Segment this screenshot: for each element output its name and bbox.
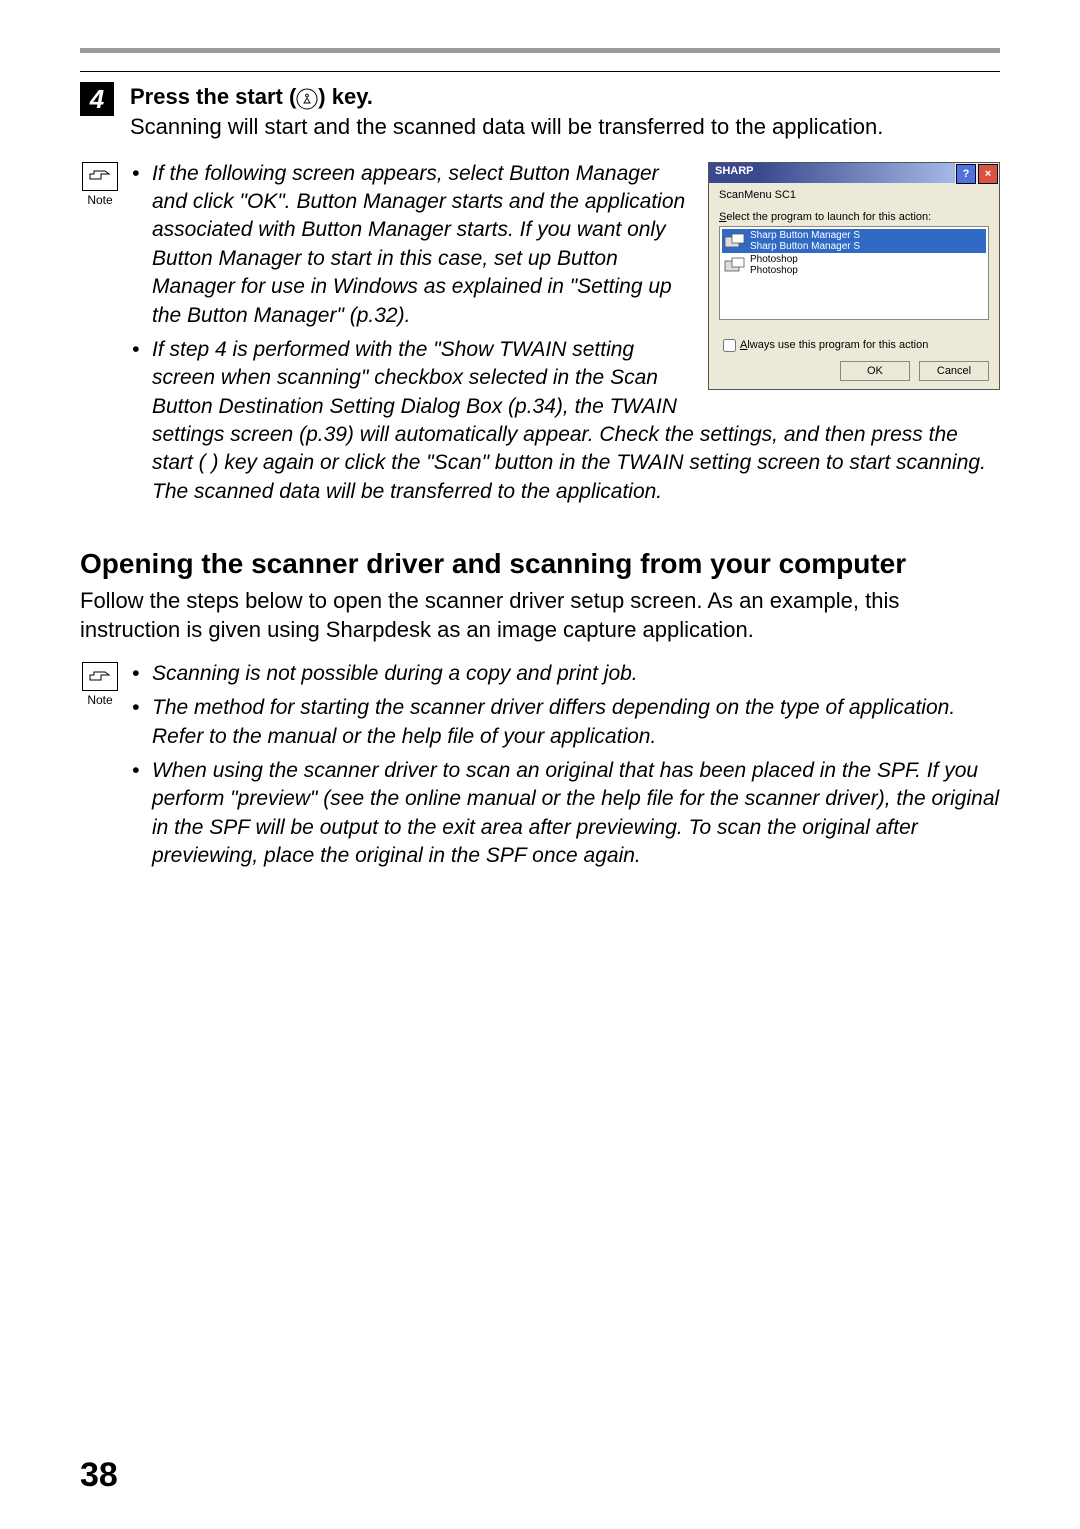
step-number-badge: 4 [80,82,114,116]
hand-pointing-icon [82,162,118,191]
note2-bullet-1: Scanning is not possible during a copy a… [132,660,1000,688]
note-label-2: Note [80,693,120,707]
note2-bullet-3: When using the scanner driver to scan an… [132,757,1000,870]
note-icon-1: Note [80,162,120,207]
note-block-2: Note Scanning is not possible during a c… [80,660,1000,876]
horizontal-rule [80,71,1000,72]
manual-page: 4 Press the start ( ) key. Scanning will … [0,0,1080,1529]
section-description: Follow the steps below to open the scann… [80,587,1000,644]
note2-bullet-2: The method for starting the scanner driv… [132,694,1000,751]
step-body: Press the start ( ) key. Scanning will st… [130,82,1000,152]
start-key-icon [296,85,318,111]
step-4-block: 4 Press the start ( ) key. Scanning will … [80,82,1000,152]
step-title-pre: Press the start ( [130,84,296,109]
step-title: Press the start ( ) key. [130,84,1000,111]
step-title-post: ) key. [318,84,373,109]
note1-bullet-1: If the following screen appears, select … [132,160,1000,330]
note-block-1: Note SHARP ? × ScanMenu SC1 SSelect the … [80,160,1000,512]
note2-bullet-list: Scanning is not possible during a copy a… [132,660,1000,870]
top-accent-bar [80,48,1000,53]
note-body-2: Scanning is not possible during a copy a… [132,660,1000,876]
page-number: 38 [80,1456,118,1495]
note-body-1: SHARP ? × ScanMenu SC1 SSelect the progr… [132,160,1000,512]
section-title: Opening the scanner driver and scanning … [80,546,1000,581]
note-icon-2: Note [80,662,120,707]
note-label-1: Note [80,193,120,207]
step-description: Scanning will start and the scanned data… [130,113,1000,142]
hand-pointing-icon [82,662,118,691]
note1-bullet-2: If step 4 is performed with the "Show TW… [132,336,1000,506]
